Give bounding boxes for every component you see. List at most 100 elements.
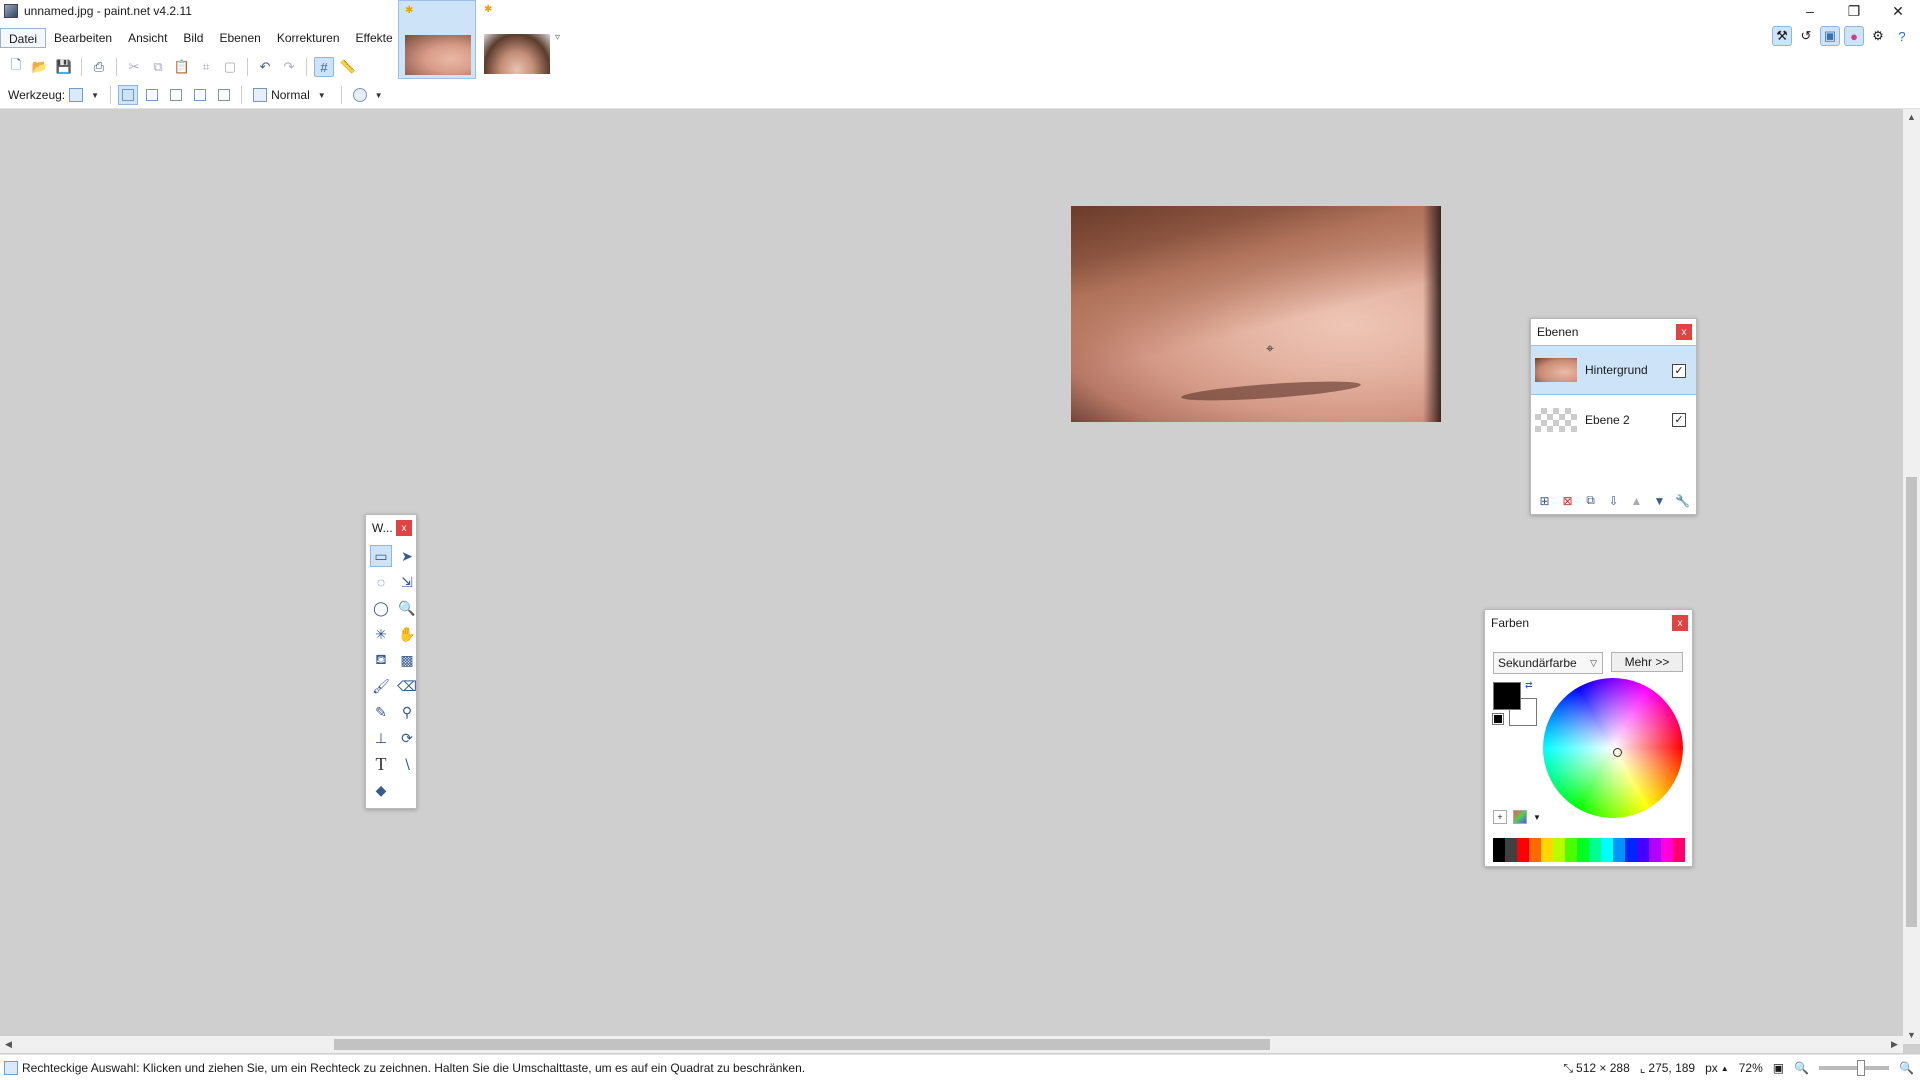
magic-wand-icon[interactable]: ✳ <box>370 623 392 645</box>
palette-swatch[interactable] <box>1625 838 1637 862</box>
scroll-left-icon[interactable]: ◀ <box>0 1036 17 1053</box>
move-layer-up-icon[interactable]: ▲ <box>1627 491 1646 510</box>
palette-swatch[interactable] <box>1577 838 1589 862</box>
zoom-in-icon[interactable]: 🔍 <box>1899 1061 1914 1075</box>
text-icon[interactable]: T <box>370 753 392 775</box>
minimize-button[interactable]: – <box>1788 0 1832 22</box>
history-window-toggle-icon[interactable]: ↺ <box>1796 26 1816 46</box>
palette-swatch[interactable] <box>1661 838 1673 862</box>
shapes-icon[interactable]: ◆ <box>370 779 392 801</box>
layer-row[interactable]: Ebene 2 ✓ <box>1531 395 1696 445</box>
menu-effekte[interactable]: Effekte <box>348 28 401 48</box>
image-tab-active[interactable]: ✱ <box>398 0 476 79</box>
selection-mode-intersect-icon[interactable] <box>190 85 210 105</box>
layer-visibility-checkbox[interactable]: ✓ <box>1672 413 1686 427</box>
selection-mode-exclude-icon[interactable] <box>166 85 186 105</box>
tools-window-toggle-icon[interactable]: ⚒ <box>1772 26 1792 46</box>
horizontal-scrollbar[interactable]: ◀ ▶ <box>0 1036 1903 1053</box>
antialias-select[interactable]: ▼ <box>349 88 391 102</box>
close-button[interactable]: ✕ <box>1876 0 1920 22</box>
maximize-button[interactable]: ❐ <box>1832 0 1876 22</box>
recolor-icon[interactable]: ⟳ <box>396 727 418 749</box>
palette-swatch[interactable] <box>1493 838 1505 862</box>
colors-window-titlebar[interactable]: Farben x <box>1485 610 1692 636</box>
palette-swatch[interactable] <box>1637 838 1649 862</box>
vertical-scroll-thumb[interactable] <box>1906 477 1917 927</box>
scroll-up-icon[interactable]: ▲ <box>1903 109 1920 126</box>
copy-icon[interactable]: ⧉ <box>148 57 168 77</box>
palette-swatch[interactable] <box>1613 838 1625 862</box>
palette-swatch[interactable] <box>1601 838 1613 862</box>
paintbrush-icon[interactable]: 🖌 <box>370 675 392 697</box>
paste-icon[interactable]: 📋 <box>172 57 192 77</box>
palette-swatch[interactable] <box>1529 838 1541 862</box>
add-layer-icon[interactable]: ⊞ <box>1535 491 1554 510</box>
eraser-icon[interactable]: ⌫ <box>396 675 418 697</box>
save-icon[interactable]: 💾 <box>54 57 74 77</box>
tools-window-titlebar[interactable]: W... x <box>366 515 416 541</box>
add-to-palette-icon[interactable]: + <box>1493 810 1507 824</box>
more-colors-button[interactable]: Mehr >> <box>1611 652 1683 672</box>
scroll-down-icon[interactable]: ▼ <box>1903 1027 1920 1044</box>
layer-row[interactable]: Hintergrund ✓ <box>1531 345 1696 395</box>
delete-selection-icon[interactable]: ▢ <box>220 57 240 77</box>
canvas-image[interactable] <box>1071 206 1441 422</box>
crop-icon[interactable]: ⌗ <box>196 57 216 77</box>
vertical-scrollbar[interactable]: ▲ ▼ <box>1903 109 1920 1044</box>
pencil-icon[interactable]: ✎ <box>370 701 392 723</box>
move-selection-icon[interactable]: ⇲ <box>396 571 418 593</box>
menu-bild[interactable]: Bild <box>175 28 211 48</box>
palette-swatch[interactable] <box>1505 838 1517 862</box>
units-select[interactable]: px ▲ <box>1705 1061 1729 1075</box>
menu-bearbeiten[interactable]: Bearbeiten <box>46 28 120 48</box>
swap-colors-icon[interactable]: ⇄ <box>1525 680 1533 691</box>
palette-swatch[interactable] <box>1517 838 1529 862</box>
layers-window-toggle-icon[interactable]: ▣ <box>1820 26 1840 46</box>
selection-mode-replace-icon[interactable] <box>118 85 139 105</box>
layers-window-titlebar[interactable]: Ebenen x <box>1531 319 1696 345</box>
selection-mode-union-icon[interactable] <box>142 85 162 105</box>
help-icon[interactable]: ? <box>1892 26 1912 46</box>
new-file-icon[interactable]: 🗋 <box>6 57 26 77</box>
duplicate-layer-icon[interactable]: ⧉ <box>1581 491 1600 510</box>
color-wheel[interactable] <box>1543 678 1683 818</box>
color-target-select[interactable]: Sekundärfarbe ▽ <box>1493 652 1603 674</box>
colors-window-close-button[interactable]: x <box>1672 615 1688 631</box>
pan-hand-icon[interactable]: ✋ <box>396 623 418 645</box>
ruler-icon[interactable]: 📏 <box>338 57 358 77</box>
primary-color-swatch[interactable] <box>1493 682 1521 710</box>
menu-datei[interactable]: Datei <box>0 28 47 48</box>
delete-layer-icon[interactable]: ⊠ <box>1558 491 1577 510</box>
open-folder-icon[interactable]: 📂 <box>30 57 50 77</box>
tabs-dropdown-icon[interactable]: ▿ <box>555 32 560 43</box>
color-picker-icon[interactable]: ⚲ <box>396 701 418 723</box>
clone-stamp-icon[interactable]: ⊥ <box>370 727 392 749</box>
lasso-select-icon[interactable]: ◌ <box>370 571 392 593</box>
gradient-icon[interactable]: ▩ <box>396 649 418 671</box>
horizontal-scroll-thumb[interactable] <box>334 1039 1270 1050</box>
image-tab[interactable]: ✱ <box>478 0 556 79</box>
selection-mode-invert-icon[interactable] <box>214 85 234 105</box>
color-palette[interactable] <box>1493 838 1685 862</box>
grid-icon[interactable]: # <box>314 57 334 77</box>
current-tool-icon[interactable] <box>69 88 84 102</box>
zoom-icon[interactable]: 🔍 <box>396 597 418 619</box>
tools-window-close-button[interactable]: x <box>396 520 412 536</box>
menu-ansicht[interactable]: Ansicht <box>120 28 175 48</box>
ellipse-select-icon[interactable]: ◯ <box>370 597 392 619</box>
merge-layer-down-icon[interactable]: ⇩ <box>1604 491 1623 510</box>
palette-swatch[interactable] <box>1649 838 1661 862</box>
colors-window-toggle-icon[interactable]: ● <box>1844 26 1864 46</box>
zoom-readout[interactable]: 72% <box>1739 1061 1763 1075</box>
color-wheel-marker[interactable] <box>1613 748 1622 757</box>
settings-gear-icon[interactable]: ⚙ <box>1868 26 1888 46</box>
scroll-right-icon[interactable]: ▶ <box>1886 1036 1903 1053</box>
fit-window-icon[interactable]: ▣ <box>1773 1061 1784 1075</box>
zoom-out-icon[interactable]: 🔍 <box>1794 1061 1809 1075</box>
layers-window-close-button[interactable]: x <box>1676 324 1692 340</box>
zoom-slider[interactable] <box>1819 1060 1890 1076</box>
cut-icon[interactable]: ✂ <box>124 57 144 77</box>
print-icon[interactable]: ⎙ <box>89 57 109 77</box>
layer-visibility-checkbox[interactable]: ✓ <box>1672 364 1686 378</box>
palette-swatch[interactable] <box>1673 838 1685 862</box>
